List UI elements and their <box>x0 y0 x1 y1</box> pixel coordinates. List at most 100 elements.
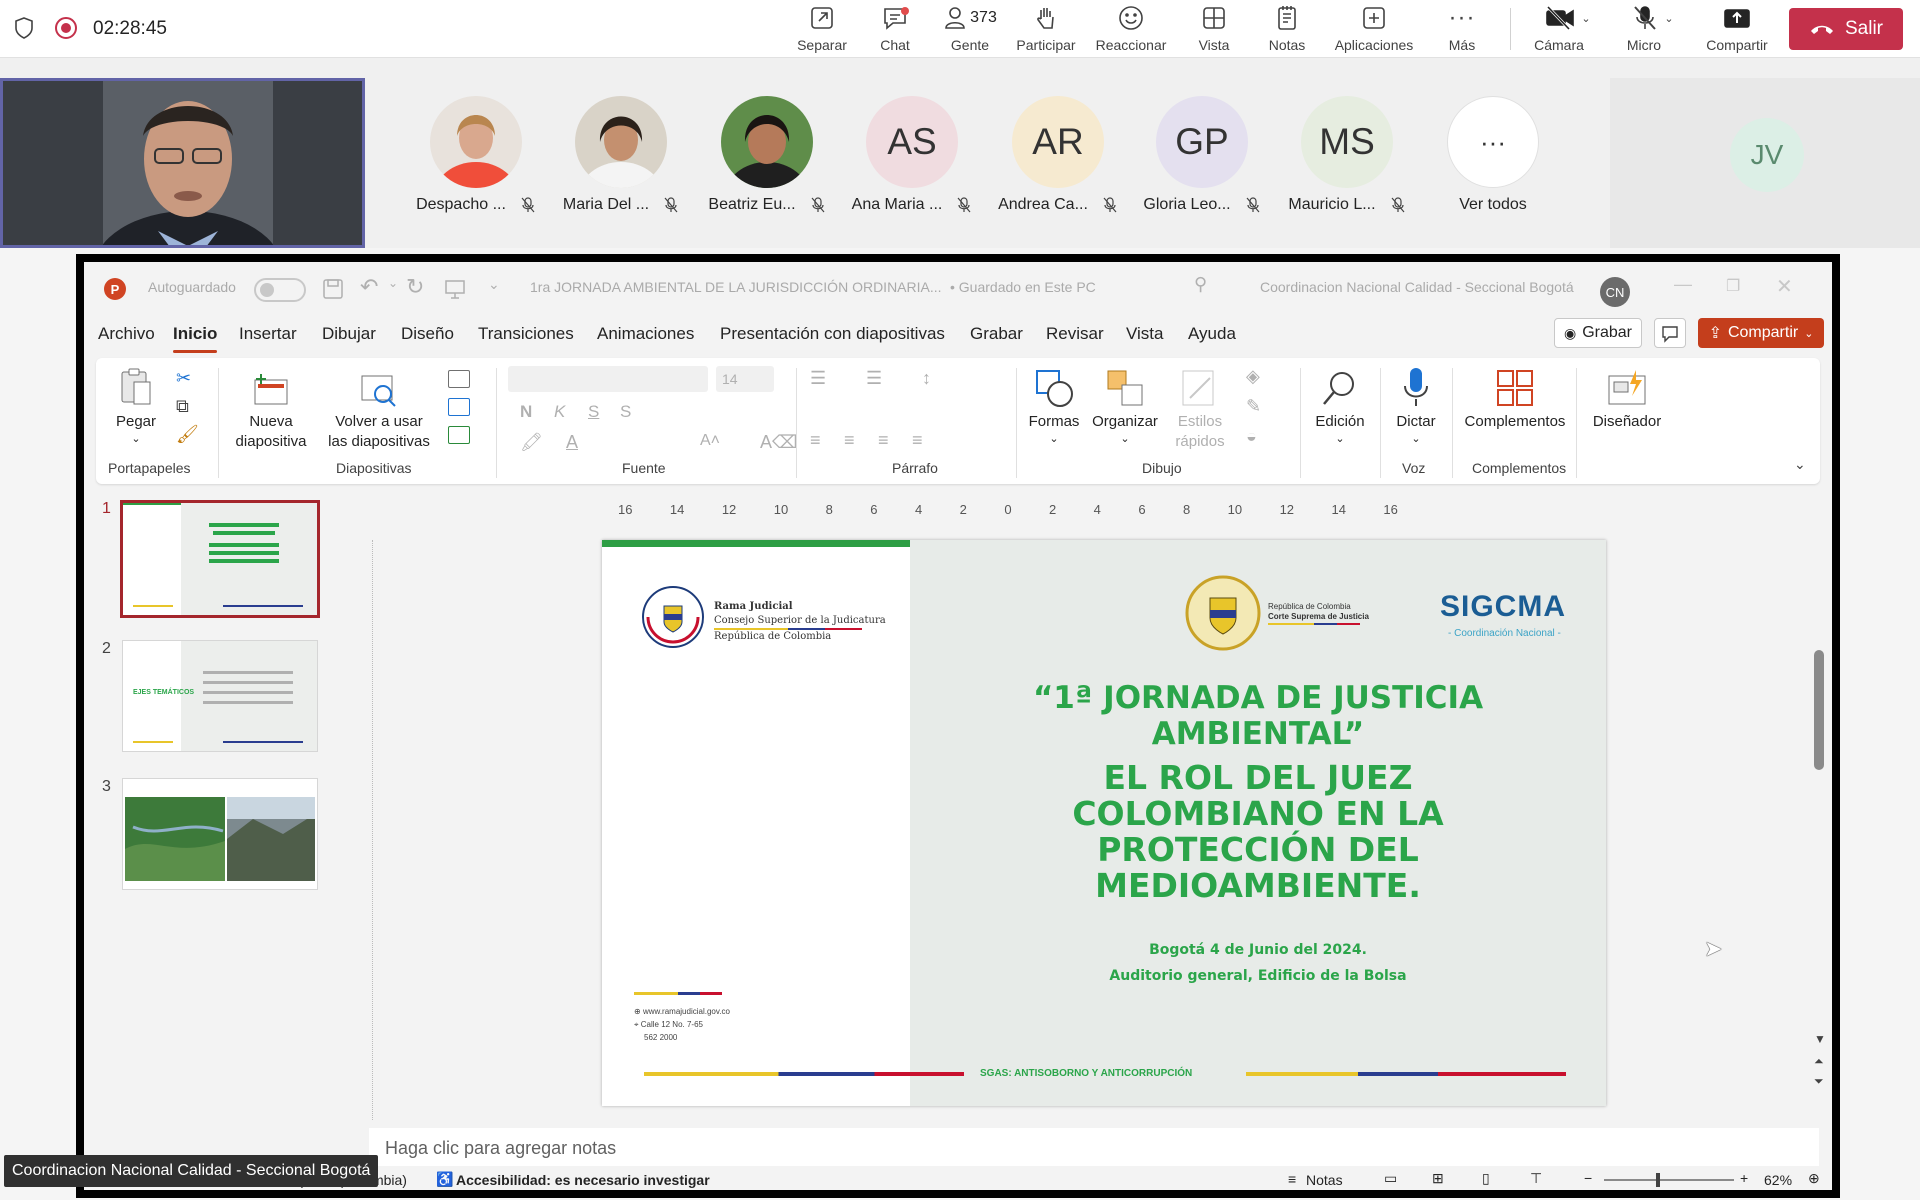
tab-inicio[interactable]: Inicio <box>173 324 218 353</box>
font-size-select[interactable]: 14 <box>716 366 774 392</box>
tab-dibujar[interactable]: Dibujar <box>322 324 376 344</box>
share-screen-button[interactable]: Compartir <box>1693 4 1781 56</box>
participant-tile[interactable]: MS Mauricio L... <box>1282 96 1412 226</box>
zoom-slider[interactable] <box>1604 1173 1734 1187</box>
copy-icon[interactable]: ⧉ <box>176 396 189 417</box>
tab-transiciones[interactable]: Transiciones <box>478 324 574 344</box>
section-icon[interactable] <box>448 426 470 444</box>
tab-diseno[interactable]: Diseño <box>401 324 454 344</box>
slide-thumbnail-3[interactable] <box>122 778 318 890</box>
participant-tile[interactable]: Despacho ... <box>411 96 541 226</box>
zoom-slider-thumb[interactable] <box>1656 1173 1660 1187</box>
chat-button[interactable]: Chat <box>855 4 935 56</box>
speaker-video[interactable] <box>0 78 365 248</box>
view-button[interactable]: Vista <box>1174 4 1254 56</box>
chevron-down-icon[interactable]: ⌄ <box>1664 12 1673 25</box>
maximize-icon[interactable]: ❐ <box>1726 276 1740 296</box>
comments-button[interactable] <box>1654 318 1686 348</box>
pop-out-button[interactable]: Separar <box>782 4 862 56</box>
slide-thumbnail-2[interactable]: EJES TEMÁTICOS <box>122 640 318 752</box>
line-spacing-icon[interactable]: ↕ <box>922 368 931 389</box>
new-slide-button[interactable]: Nueva diapositiva <box>226 364 316 451</box>
notes-button[interactable]: Notas <box>1247 4 1327 56</box>
raise-hand-button[interactable]: Participar <box>1006 4 1086 56</box>
prev-slide-icon[interactable]: ⏶ <box>1814 1054 1824 1069</box>
next-slide-icon[interactable]: ⏷ <box>1814 1074 1824 1089</box>
clear-format-icon[interactable]: A⌫ <box>760 432 797 453</box>
sorter-view-icon[interactable]: ⊞ <box>1432 1170 1444 1187</box>
document-title[interactable]: 1ra JORNADA AMBIENTAL DE LA JURISDICCIÓN… <box>530 279 942 295</box>
more-button[interactable]: ··· Más <box>1422 4 1502 56</box>
tab-archivo[interactable]: Archivo <box>98 324 155 344</box>
add-ins-button[interactable]: Complementos <box>1460 364 1570 432</box>
people-button[interactable]: 373 Gente <box>930 4 1010 56</box>
underline-button[interactable]: S <box>588 402 599 422</box>
zoom-in-icon[interactable]: + <box>1740 1170 1748 1186</box>
zoom-level[interactable]: 62% <box>1764 1172 1792 1188</box>
tab-presentacion[interactable]: Presentación con diapositivas <box>720 324 945 344</box>
accessibility-status[interactable]: Accesibilidad: es necesario investigar <box>456 1172 710 1188</box>
autosave-toggle[interactable] <box>254 278 306 302</box>
tab-revisar[interactable]: Revisar <box>1046 324 1104 344</box>
chevron-down-icon[interactable]: ⌄ <box>1794 456 1806 473</box>
save-icon[interactable] <box>322 278 344 300</box>
participant-tile[interactable]: Beatriz Eu... <box>702 96 832 226</box>
shapes-button[interactable]: Formas ⌄ <box>1024 364 1084 446</box>
chevron-down-icon[interactable]: ⌄ <box>1581 12 1590 25</box>
apps-button[interactable]: Aplicaciones <box>1329 4 1419 56</box>
chevron-down-icon[interactable]: ⌄ <box>388 276 398 290</box>
reading-view-icon[interactable]: ▯ <box>1482 1170 1490 1187</box>
mic-button[interactable]: ⌄ Micro <box>1608 4 1698 56</box>
tab-animaciones[interactable]: Animaciones <box>597 324 694 344</box>
highlight-icon[interactable]: 🖍 <box>520 432 543 453</box>
minimize-icon[interactable]: — <box>1674 274 1692 295</box>
scroll-down-icon[interactable]: ▼ <box>1814 1032 1826 1046</box>
notes-toggle[interactable]: Notas <box>1306 1172 1343 1188</box>
slideshow-view-icon[interactable]: ⊤ <box>1530 1170 1542 1187</box>
tab-grabar[interactable]: Grabar <box>970 324 1023 344</box>
leave-button[interactable]: Salir <box>1789 8 1903 50</box>
justify-icon[interactable]: ≡ <box>912 430 923 451</box>
paste-button[interactable]: Pegar ⌄ <box>106 364 166 446</box>
fill-icon[interactable]: ◈ <box>1246 366 1260 387</box>
account-avatar[interactable]: CN <box>1600 277 1630 307</box>
designer-button[interactable]: Diseñador <box>1584 364 1670 432</box>
font-color-icon[interactable]: A <box>566 432 578 453</box>
undo-icon[interactable]: ↶ <box>360 274 378 300</box>
tab-vista[interactable]: Vista <box>1126 324 1164 344</box>
zoom-out-icon[interactable]: − <box>1584 1170 1592 1186</box>
participant-tile[interactable]: Maria Del ... <box>556 96 686 226</box>
share-button[interactable]: ⇪ Compartir ⌄ <box>1698 318 1824 348</box>
customize-icon[interactable]: ⌄ <box>488 276 500 293</box>
italic-button[interactable]: K <box>554 402 565 422</box>
outline-icon[interactable]: ✎ <box>1246 396 1261 417</box>
align-right-icon[interactable]: ≡ <box>878 430 889 451</box>
cut-icon[interactable]: ✂ <box>176 368 191 389</box>
shadow-button[interactable]: S <box>620 402 631 422</box>
reset-icon[interactable] <box>448 398 470 416</box>
slide-1[interactable]: Rama Judicial Consejo Superior de la Jud… <box>602 540 1606 1106</box>
format-painter-icon[interactable]: 🖌 <box>176 424 199 445</box>
participant-tile[interactable]: GP Gloria Leo... <box>1137 96 1267 226</box>
editing-button[interactable]: Edición ⌄ <box>1308 364 1372 446</box>
font-name-select[interactable] <box>508 366 708 392</box>
notes-pane[interactable]: Haga clic para agregar notas <box>369 1128 1819 1166</box>
react-button[interactable]: Reaccionar <box>1091 4 1171 56</box>
numbering-icon[interactable]: ☰ <box>866 368 882 389</box>
effects-icon[interactable]: ◒ <box>1246 426 1257 447</box>
fit-slide-icon[interactable]: ⊕ <box>1808 1170 1820 1187</box>
reuse-slides-button[interactable]: Volver a usar las diapositivas <box>324 364 434 451</box>
slide-thumbnail-1[interactable] <box>120 500 320 618</box>
bullets-icon[interactable]: ☰ <box>810 368 826 389</box>
dictate-button[interactable]: Dictar ⌄ <box>1388 364 1444 446</box>
grow-font-icon[interactable]: A˄ <box>700 432 720 450</box>
present-icon[interactable] <box>444 278 466 300</box>
close-icon[interactable]: ✕ <box>1776 274 1793 299</box>
align-left-icon[interactable]: ≡ <box>810 430 821 451</box>
quick-styles-button[interactable]: Estilos rápidos <box>1168 364 1232 451</box>
record-button[interactable]: ◉ Grabar <box>1554 318 1642 348</box>
search-icon[interactable]: ⚲ <box>1194 274 1207 295</box>
align-center-icon[interactable]: ≡ <box>844 430 855 451</box>
normal-view-icon[interactable]: ▭ <box>1384 1170 1397 1187</box>
participant-tile[interactable]: AS Ana Maria ... <box>847 96 977 226</box>
